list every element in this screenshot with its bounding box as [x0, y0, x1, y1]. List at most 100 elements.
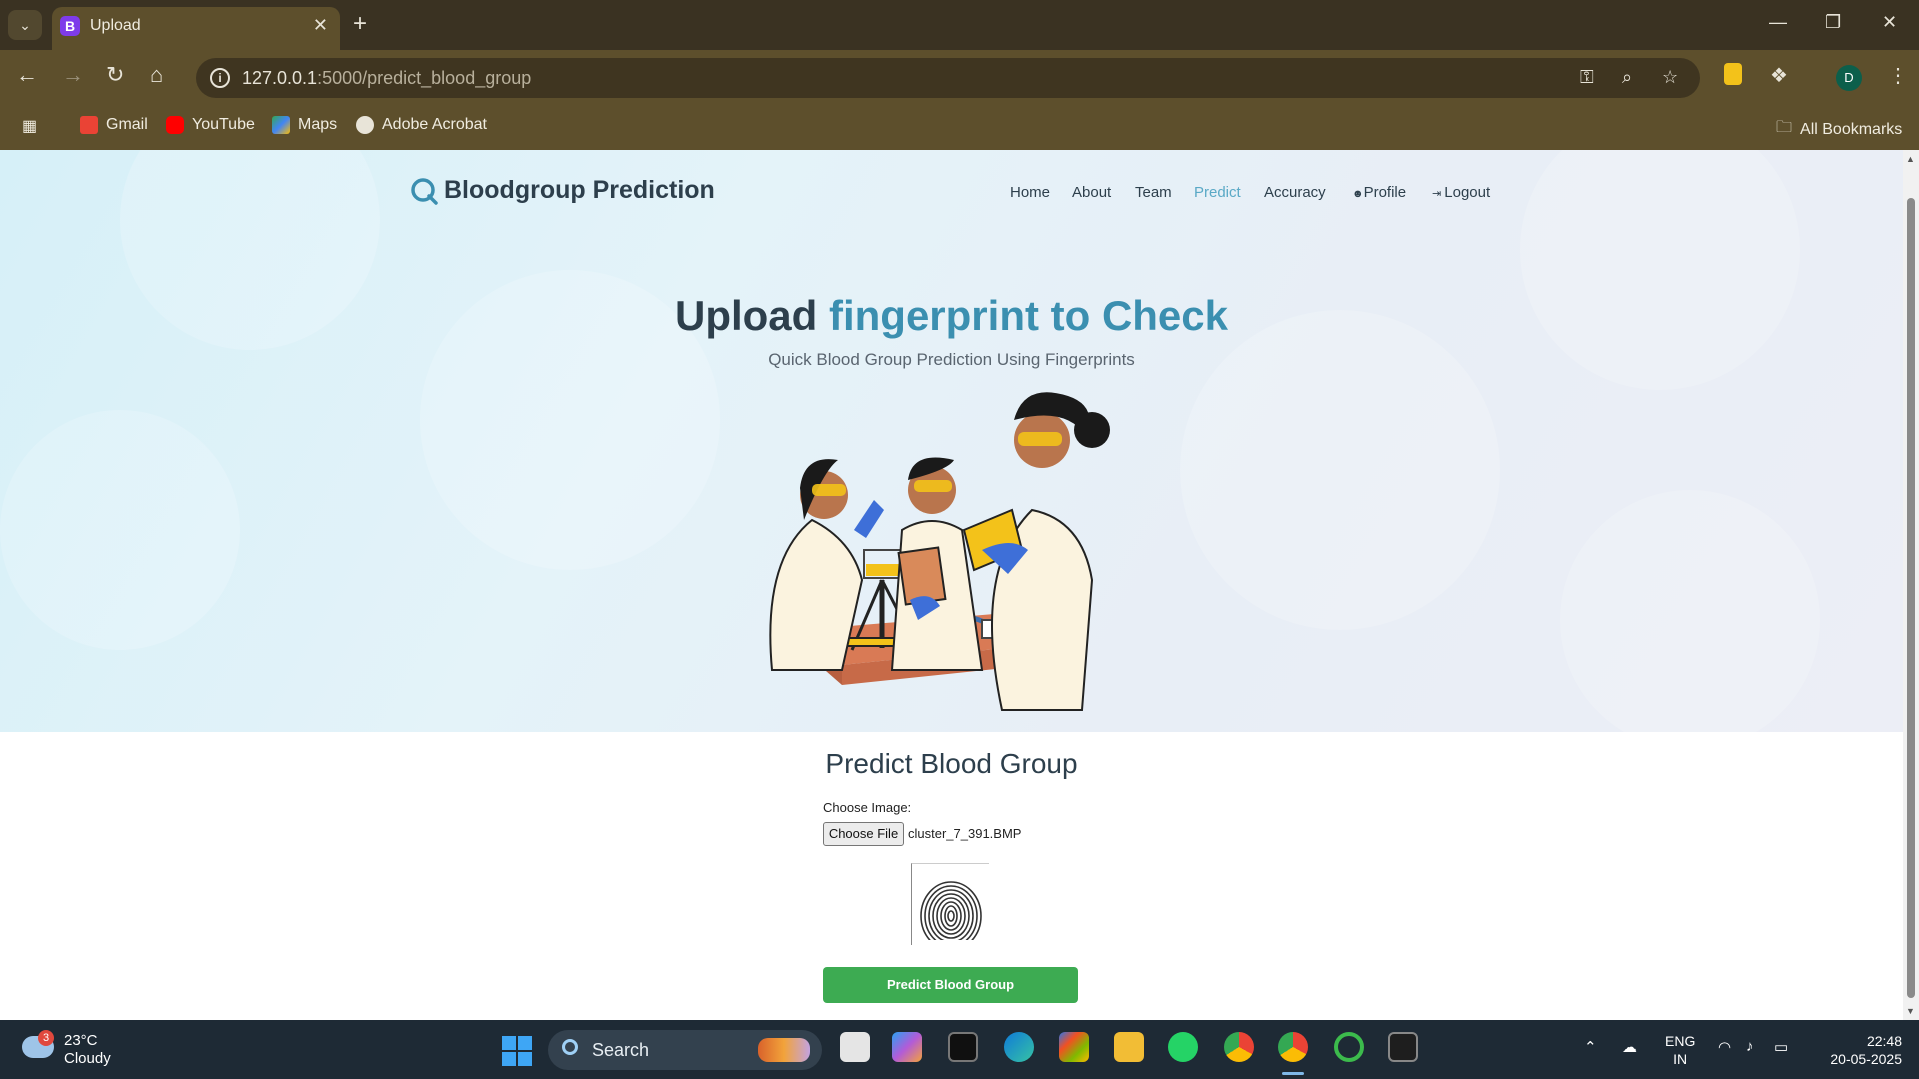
console-icon[interactable]	[1388, 1032, 1418, 1062]
nav-about[interactable]: About	[1072, 184, 1111, 201]
bookmark-label: Maps	[298, 116, 338, 133]
bookmark-gmail[interactable]: Gmail	[80, 116, 148, 134]
predict-blood-group-button[interactable]: Predict Blood Group	[823, 967, 1078, 1003]
site-brand[interactable]: Bloodgroup Prediction	[410, 176, 715, 205]
password-key-icon[interactable]: ⚿	[1580, 67, 1594, 88]
search-icon	[562, 1039, 578, 1055]
nav-logout-label: Logout	[1444, 184, 1491, 201]
brand-name: Bloodgroup Prediction	[444, 176, 715, 204]
lab-scientists-illustration	[769, 392, 1110, 711]
nav-logout[interactable]: ⇥ Logout	[1432, 184, 1490, 201]
choose-file-button[interactable]: Choose File	[823, 822, 904, 846]
nav-predict[interactable]: Predict	[1194, 184, 1241, 201]
file-explorer-icon[interactable]	[1114, 1032, 1144, 1062]
forward-icon[interactable]: →	[62, 62, 84, 88]
decor-bubble	[1560, 490, 1820, 732]
extensions-icon[interactable]: ❖	[1770, 63, 1788, 88]
decor-bubble	[0, 410, 240, 650]
bookmark-label: YouTube	[192, 116, 255, 133]
minimize-icon[interactable]: —	[1769, 12, 1787, 33]
logout-icon: ⇥	[1432, 188, 1445, 200]
back-icon[interactable]: ←	[16, 62, 38, 88]
copilot-icon[interactable]	[892, 1032, 922, 1062]
battery-icon[interactable]: ▭	[1774, 1038, 1788, 1056]
bookmark-youtube[interactable]: YouTube	[166, 116, 255, 134]
zoom-icon[interactable]: ⌕	[1622, 67, 1632, 88]
scroll-up-icon[interactable]: ▲	[1906, 154, 1915, 164]
wifi-icon[interactable]: ◠	[1718, 1038, 1731, 1056]
scroll-thumb[interactable]	[1907, 198, 1915, 998]
close-tab-icon[interactable]: ✕	[313, 15, 328, 36]
globe-icon	[356, 116, 374, 134]
task-view-icon[interactable]	[840, 1032, 870, 1062]
tab-search-button[interactable]: ⌄	[8, 10, 42, 40]
active-tab[interactable]: B Upload ✕	[52, 7, 340, 50]
show-hidden-icons-icon[interactable]: ⌃	[1584, 1038, 1597, 1056]
maps-icon	[272, 116, 290, 134]
nav-team[interactable]: Team	[1135, 184, 1172, 201]
store-icon[interactable]	[1059, 1032, 1089, 1062]
chrome-icon[interactable]	[1224, 1032, 1254, 1062]
search-logo-icon	[411, 177, 438, 205]
taskbar-search[interactable]: Search	[548, 1030, 822, 1070]
region-code: IN	[1673, 1051, 1688, 1067]
hero-section: Bloodgroup Prediction Home About Team Pr…	[0, 150, 1903, 732]
volume-icon[interactable]: ♪	[1746, 1038, 1754, 1055]
apps-grid-icon[interactable]: ▦	[22, 116, 37, 136]
windows-taskbar: 3 23°C Cloudy Search ⌃ ☁ ENG IN ◠ ♪ ▭ 22…	[0, 1020, 1919, 1079]
all-bookmarks[interactable]: 🗀 All Bookmarks	[1776, 116, 1902, 143]
chrome-active-icon[interactable]	[1278, 1032, 1308, 1062]
folder-icon: 🗀	[1776, 119, 1793, 136]
choose-image-label: Choose Image:	[823, 800, 912, 815]
nav-home[interactable]: Home	[1010, 184, 1050, 201]
url-host: 127.0.0.1	[242, 68, 318, 88]
new-tab-button[interactable]: +	[353, 10, 367, 38]
browser-menu-icon[interactable]: ⋮	[1888, 63, 1908, 88]
bookmark-maps[interactable]: Maps	[272, 116, 337, 134]
hero-subtitle: Quick Blood Group Prediction Using Finge…	[768, 350, 1135, 369]
bookmark-adobe-acrobat[interactable]: Adobe Acrobat	[356, 116, 487, 134]
page-scrollbar[interactable]: ▲ ▼	[1903, 150, 1919, 1020]
extension-badge-icon[interactable]	[1724, 63, 1742, 85]
predict-heading: Predict Blood Group	[825, 748, 1078, 779]
hero-title: Upload fingerprint to Check	[0, 292, 1903, 340]
windows-start-icon[interactable]	[502, 1036, 532, 1066]
page-viewport: Bloodgroup Prediction Home About Team Pr…	[0, 150, 1903, 1020]
edge-icon[interactable]	[1004, 1032, 1034, 1062]
nav-profile-label: Profile	[1363, 184, 1407, 201]
taskbar-search-label: Search	[592, 1040, 650, 1060]
home-icon[interactable]: ⌂	[150, 62, 163, 88]
weather-temperature: 23°C	[64, 1032, 98, 1049]
nav-profile[interactable]: ☻Profile	[1352, 184, 1406, 201]
selected-file-name: cluster_7_391.BMP	[908, 826, 1022, 841]
profile-avatar[interactable]: D	[1836, 65, 1862, 91]
hero-title-plain: Upload	[674, 292, 818, 339]
clock-date: 20-05-2025	[1830, 1051, 1902, 1067]
youtube-icon	[166, 116, 184, 134]
bookmarks-bar: ▦ Gmail YouTube Maps Adobe Acrobat 🗀 All…	[0, 102, 1919, 150]
tab-strip: ⌄ B Upload ✕ + — ❐ ✕	[0, 0, 1919, 50]
whatsapp-icon[interactable]	[1168, 1032, 1198, 1062]
address-bar[interactable]: i 127.0.0.1:5000/predict_blood_group ⚿ ⌕…	[196, 58, 1700, 98]
terminal-icon[interactable]	[948, 1032, 978, 1062]
close-window-icon[interactable]: ✕	[1882, 12, 1897, 33]
onedrive-icon[interactable]: ☁	[1622, 1038, 1637, 1056]
tab-favicon-icon: B	[60, 16, 80, 36]
active-app-indicator	[1282, 1072, 1304, 1075]
reload-icon[interactable]: ↻	[106, 62, 124, 88]
bookmark-label: Adobe Acrobat	[382, 116, 487, 133]
url-path: :5000/predict_blood_group	[317, 68, 532, 88]
weather-condition: Cloudy	[64, 1050, 111, 1067]
bookmark-star-icon[interactable]: ☆	[1662, 67, 1678, 88]
restore-icon[interactable]: ❐	[1825, 12, 1841, 33]
site-info-icon[interactable]: i	[210, 68, 230, 88]
url-text[interactable]: 127.0.0.1:5000/predict_blood_group	[242, 68, 531, 89]
clock[interactable]: 22:48 20-05-2025	[1818, 1032, 1902, 1068]
clock-time: 22:48	[1866, 1033, 1902, 1049]
language-indicator[interactable]: ENG IN	[1665, 1032, 1695, 1068]
scroll-down-icon[interactable]: ▼	[1906, 1006, 1915, 1016]
language-code: ENG	[1665, 1033, 1696, 1049]
nav-accuracy[interactable]: Accuracy	[1264, 184, 1326, 201]
loading-app-icon[interactable]	[1334, 1032, 1364, 1062]
gmail-icon	[80, 116, 98, 134]
